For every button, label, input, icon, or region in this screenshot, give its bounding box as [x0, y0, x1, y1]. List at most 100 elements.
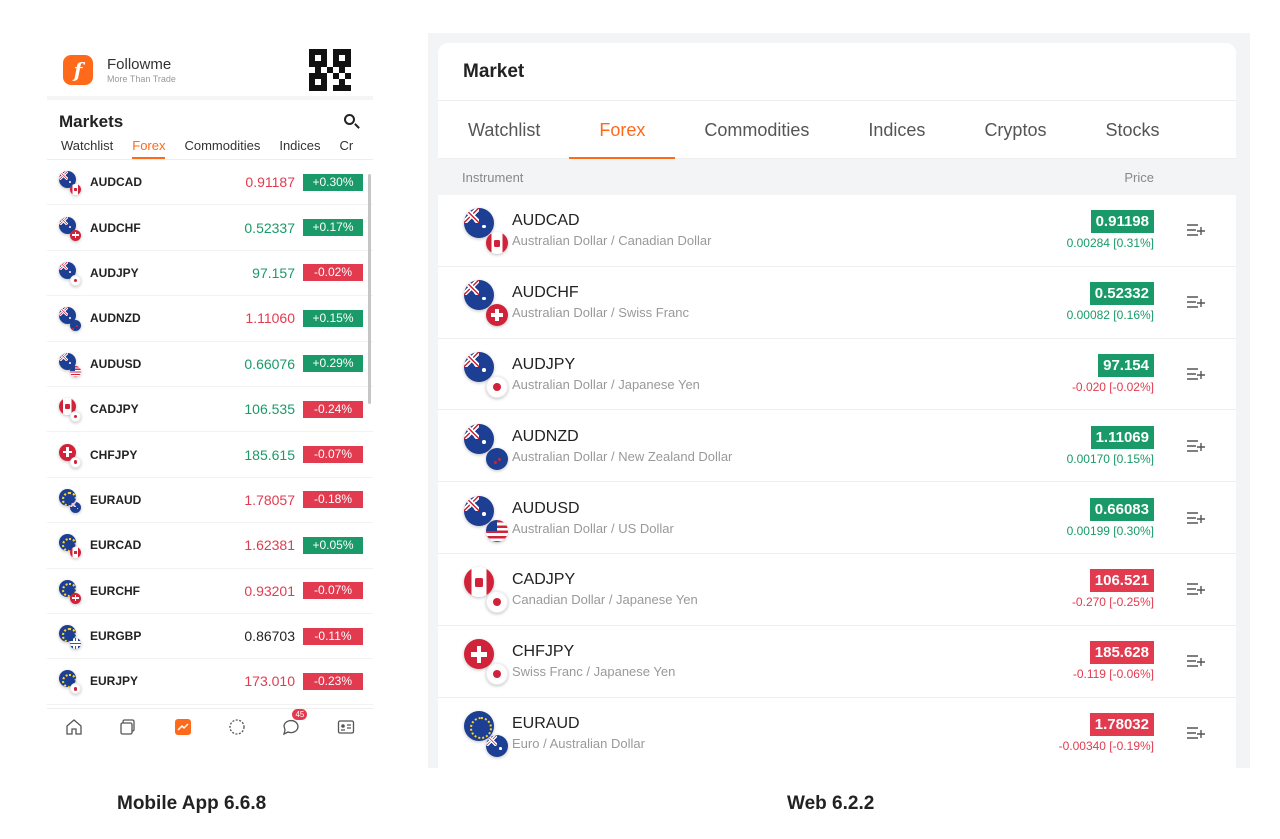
instrument-symbol: EURAUD [512, 714, 580, 732]
list-item[interactable]: EURCAD 1.62381 +0.05% [47, 523, 373, 569]
price-change: -0.020 [-0.02%] [1071, 379, 1154, 394]
mobile-instrument-list: AUDCAD 0.91187 +0.30% AUDCHF 0.52337 +0.17% AU… [47, 160, 373, 705]
table-row[interactable]: AUDJPY Australian Dollar / Japanese Yen 97… [438, 339, 1236, 411]
instrument-price: 185.615 [244, 446, 295, 463]
nz-flag-icon [70, 320, 81, 332]
instrument-price: 1.78057 [244, 491, 295, 508]
list-item[interactable]: CADJPY 106.535 -0.24% [47, 387, 373, 433]
price-change: 0.00082 [0.16%] [1066, 308, 1154, 323]
web-tab-bar: Watchlist Forex Commodities Indices Cryptos S… [438, 101, 1236, 159]
price-change: 0.00284 [0.31%] [1066, 236, 1154, 251]
list-item[interactable]: EURAUD 1.78057 -0.18% [47, 478, 373, 524]
messages-icon[interactable]: 45 [281, 708, 308, 737]
instrument-price: 0.86703 [244, 628, 295, 645]
pair-flag-icon [59, 534, 85, 559]
tab-cryptos[interactable]: Cryptos [984, 101, 1046, 159]
add-to-watchlist-icon[interactable] [1186, 222, 1206, 238]
mobile-tab-watchlist[interactable]: Watchlist [61, 138, 113, 159]
list-item[interactable]: AUDCAD 0.91187 +0.30% [47, 160, 373, 206]
table-row[interactable]: AUDNZD Australian Dollar / New Zealand Do… [438, 410, 1236, 483]
instrument-price: 1.11060 [245, 310, 295, 327]
price-block: 1.78032 -0.00340 [-0.19%] [1059, 712, 1154, 753]
scrollbar[interactable] [368, 174, 371, 404]
table-row[interactable]: CADJPY Canadian Dollar / Japanese Yen 106.… [438, 554, 1236, 626]
instrument-price: 173.010 [244, 673, 295, 690]
comparison-canvas: f Followme More Than Trade Markets Watch… [0, 0, 1280, 839]
instrument-symbol: AUDCHF [90, 220, 141, 235]
instrument-column-header: Instrument [462, 169, 524, 185]
mobile-tab-indices[interactable]: Indices [279, 138, 320, 159]
price-badge: 185.628 [1089, 641, 1154, 665]
home-icon[interactable] [64, 717, 84, 737]
instrument-name: Australian Dollar / Swiss Franc [512, 305, 689, 321]
instrument-symbol: AUDCAD [90, 175, 142, 190]
tab-forex[interactable]: Forex [569, 101, 676, 159]
pair-flag-icon [59, 398, 85, 423]
mobile-top-bar: f Followme More Than Trade [47, 44, 373, 100]
add-to-watchlist-icon[interactable] [1186, 510, 1206, 526]
mobile-tab-cr[interactable]: Cr [340, 138, 354, 159]
mobile-tab-forex[interactable]: Forex [132, 138, 166, 159]
list-item[interactable]: AUDUSD 0.66076 +0.29% [47, 342, 373, 387]
table-row[interactable]: AUDCAD Australian Dollar / Canadian Dolla… [438, 195, 1236, 267]
instrument-info: CADJPY Canadian Dollar / Japanese Yen [512, 571, 698, 607]
add-to-watchlist-icon[interactable] [1186, 653, 1206, 669]
price-badge: 0.91198 [1090, 210, 1154, 234]
list-item[interactable]: AUDJPY 97.157 -0.02% [47, 251, 373, 297]
add-to-watchlist-icon[interactable] [1186, 725, 1206, 741]
list-item[interactable]: EURCHF 0.93201 -0.07% [47, 569, 373, 614]
profile-card-icon[interactable] [336, 717, 356, 737]
markets-chart-icon[interactable] [173, 717, 193, 737]
table-row[interactable]: CHFJPY Swiss Franc / Japanese Yen 185.628 -… [438, 626, 1236, 698]
instrument-price: 1.62381 [244, 537, 295, 554]
pair-flag-icon [59, 443, 85, 468]
list-item[interactable]: CHFJPY 185.615 -0.07% [47, 432, 373, 478]
change-badge: +0.17% [303, 219, 363, 237]
list-item[interactable]: EURGBP 0.86703 -0.11% [47, 614, 373, 660]
price-block: 0.66083 0.00199 [0.30%] [1067, 497, 1154, 538]
list-item[interactable]: EURJPY 173.010 -0.23% [47, 659, 373, 705]
mobile-tab-commodities[interactable]: Commodities [184, 138, 260, 159]
tab-indices[interactable]: Indices [868, 101, 925, 159]
add-to-watchlist-icon[interactable] [1186, 366, 1206, 382]
add-to-watchlist-icon[interactable] [1186, 438, 1206, 454]
community-icon[interactable] [227, 717, 247, 737]
pair-flag-icon [464, 351, 508, 398]
price-block: 106.521 -0.270 [-0.25%] [1072, 569, 1154, 609]
instrument-symbol: EURCHF [90, 583, 140, 598]
instrument-name: Euro / Australian Dollar [512, 735, 645, 751]
list-item[interactable]: AUDNZD 1.11060 +0.15% [47, 296, 373, 342]
web-caption: Web 6.2.2 [787, 793, 875, 814]
change-badge: -0.18% [303, 491, 363, 509]
markets-header: Markets [47, 100, 373, 134]
table-row[interactable]: EURAUD Euro / Australian Dollar 1.78032 -0.… [438, 698, 1236, 768]
add-to-watchlist-icon[interactable] [1186, 294, 1206, 310]
search-icon[interactable] [343, 113, 361, 131]
table-row[interactable]: AUDUSD Australian Dollar / US Dollar 0.660… [438, 482, 1236, 554]
notification-badge: 45 [292, 708, 308, 720]
tab-watchlist[interactable]: Watchlist [468, 101, 540, 159]
brand-name: Followme [107, 56, 172, 73]
list-item[interactable]: AUDCHF 0.52337 +0.17% [47, 205, 373, 251]
ch-flag-icon [486, 304, 508, 327]
table-header: Instrument Price [438, 159, 1236, 195]
tab-commodities[interactable]: Commodities [704, 101, 809, 159]
instrument-info: CHFJPY Swiss Franc / Japanese Yen [512, 643, 675, 679]
instrument-symbol: AUDJPY [90, 265, 139, 280]
page-title: Market [438, 43, 1236, 101]
followme-logo-icon[interactable]: f [63, 55, 93, 85]
add-to-watchlist-icon[interactable] [1186, 581, 1206, 597]
copy-trade-icon[interactable] [118, 717, 138, 737]
au-flag-icon [70, 501, 81, 513]
table-row[interactable]: AUDCHF Australian Dollar / Swiss Franc 0.5… [438, 267, 1236, 339]
instrument-info: EURAUD Euro / Australian Dollar [512, 715, 645, 751]
qr-code-icon[interactable] [309, 49, 351, 91]
price-block: 185.628 -0.119 [-0.06%] [1073, 641, 1154, 681]
jp-flag-icon [70, 683, 81, 695]
instrument-symbol: CHFJPY [512, 643, 575, 661]
price-badge: 1.78032 [1089, 712, 1154, 736]
brand-tagline: More Than Trade [107, 74, 176, 84]
pair-flag-icon [464, 280, 508, 327]
tab-stocks[interactable]: Stocks [1105, 101, 1159, 159]
instrument-name: Australian Dollar / US Dollar [512, 520, 674, 536]
